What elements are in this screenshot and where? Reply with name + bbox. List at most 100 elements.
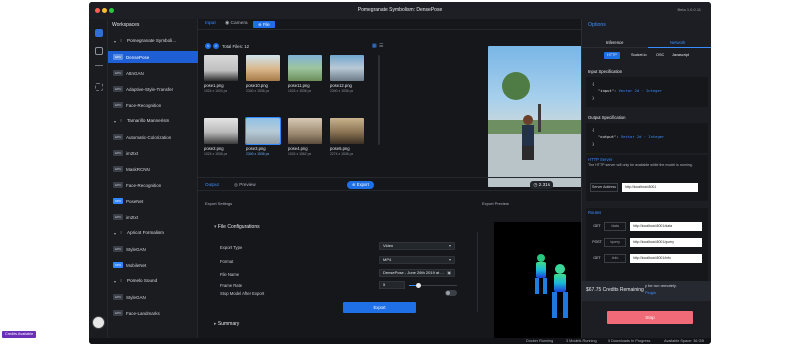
tab-network[interactable]: Network [670, 40, 685, 45]
drag-handle-icon: ≡ [120, 230, 123, 235]
tab-inference[interactable]: Inference [606, 40, 623, 45]
gpu-badge: GPU [113, 310, 123, 316]
model-item[interactable]: CPU PoseNet [108, 195, 198, 207]
file-thumbnail[interactable]: pose10.png 2340 x 1536 px [246, 55, 280, 93]
model-item[interactable]: GPU DensePose [108, 51, 198, 63]
options-tabs: Inference Network [582, 37, 711, 48]
dropdown-arrow-icon: ▾ [448, 257, 451, 262]
model-item[interactable]: GPU im2txt [108, 147, 198, 159]
gpu-badge: GPU [113, 86, 123, 92]
stop-after-export-label: Stop Model After Export [220, 291, 265, 296]
export-preview-heading: Export Preview [482, 201, 509, 206]
routes-section: Routes GET /data http://localhost:8001/d… [586, 208, 708, 290]
workspaces-sidebar: Workspaces ▾ ≡ Pomegranate Symboli... GP… [108, 19, 198, 338]
tab-preview[interactable]: ◎ Preview [234, 182, 256, 188]
tab-output[interactable]: Output [205, 182, 219, 187]
model-item[interactable]: GPU Automatic-Colorization [108, 131, 198, 143]
gpu-badge: GPU [113, 246, 123, 252]
model-item[interactable]: GPU Face-Recognition [108, 99, 198, 111]
options-heading: Options [588, 22, 606, 28]
file-config-header[interactable]: ▾ File Configurations [214, 224, 260, 230]
model-item[interactable]: GPU AttnGAN [108, 67, 198, 79]
file-thumbnail[interactable]: pose2.png 1024 x 1536 px [204, 118, 238, 156]
filename-input[interactable]: DensePose - June 26th 2019 at ... ▣ [379, 269, 455, 277]
workspace-header[interactable]: ▾ ≡ Apricot Formalism [108, 227, 198, 239]
summary-header[interactable]: ▸ Summary [214, 321, 239, 327]
http-server-section: HTTP Server The HTTP server will only be… [586, 155, 708, 201]
route-url[interactable]: http://localhost:8001/query [630, 238, 702, 247]
avatar[interactable] [92, 316, 105, 329]
workspace-header[interactable]: ▾ ≡ Pomegranate Symboli... [108, 35, 198, 47]
thumbnail-image [245, 117, 281, 145]
export-type-select[interactable]: Video ▾ [379, 242, 455, 250]
gpu-badge: GPU [113, 54, 123, 60]
format-osc[interactable]: OSC [653, 52, 667, 59]
inference-timer: ◷ 2.31s [530, 181, 553, 189]
thumbnail-image [246, 55, 280, 81]
model-item[interactable]: GPU MaskRCNN [108, 163, 198, 175]
output-spec-code: { "output": Vector 2d · Integer } [586, 123, 708, 153]
server-address-label: Server Address [590, 183, 618, 192]
credits-badge[interactable]: Credits Available [2, 331, 37, 338]
server-address-field[interactable]: http://localhost:8001 [622, 183, 698, 192]
drag-handle-icon: ≡ [120, 118, 123, 123]
file-thumbnail[interactable]: pose12.png 2340 x 1536 px [330, 55, 364, 93]
model-item[interactable]: GPU Face-Landmarks [108, 307, 198, 319]
thumbnail-image [204, 55, 238, 81]
model-item[interactable]: GPU StyleGAN [108, 291, 198, 303]
tab-export[interactable]: ⊕ Export [347, 181, 374, 189]
model-item[interactable]: GPU StyleGAN [108, 243, 198, 255]
model-item[interactable]: CPU MobileNet [108, 259, 198, 271]
route-url[interactable]: http://localhost:8001/data [630, 222, 702, 231]
thumbnail-image [330, 55, 364, 81]
tab-file[interactable]: ⊕ File [253, 21, 275, 28]
grid-view-icon[interactable]: ▦ [372, 43, 377, 49]
stop-button[interactable]: Stop [607, 311, 693, 324]
models-icon[interactable] [95, 47, 103, 55]
status-bar: Docker Running 3 Models Running 0 Downlo… [89, 338, 711, 344]
framerate-slider[interactable] [409, 283, 457, 288]
folder-icon[interactable]: ▣ [447, 270, 451, 276]
version-label: Beta 1.0.0.11 [677, 7, 702, 12]
format-select[interactable]: MP4 ▾ [379, 256, 455, 264]
workspace-header[interactable]: ▾ ≡ Tamarillo Mannerism [108, 115, 198, 127]
http-server-desc: The HTTP server will only be available w… [588, 163, 693, 167]
tab-input[interactable]: Input [205, 21, 216, 26]
format-label: Format [220, 259, 234, 264]
file-thumbnail[interactable]: pose1.png 1024 x 1024 px [204, 55, 238, 93]
stop-after-export-toggle[interactable] [445, 290, 457, 296]
route-url[interactable]: http://localhost:8001/info [630, 254, 702, 263]
gpu-badge: GPU [113, 214, 123, 220]
workspace-header[interactable]: ▾ ≡ Pomelo Sound [108, 275, 198, 287]
framerate-input[interactable]: 5 [379, 281, 405, 289]
link-icon[interactable] [95, 65, 103, 69]
slider-knob[interactable] [416, 283, 421, 288]
framerate-label: Frame Rate [220, 283, 243, 288]
space-status: Available Space: 36 GB [664, 339, 705, 343]
plugin-link[interactable]: Plugin [645, 290, 656, 295]
http-server-title: HTTP Server [588, 157, 613, 162]
window-title: Pomegranate Symbolism: DensePose [357, 7, 443, 13]
model-item[interactable]: GPU Adaptive-Style-Transfer [108, 83, 198, 95]
format-socketio[interactable]: Socket.io [628, 52, 650, 59]
file-thumbnail[interactable]: pose5.png 2274 x 1536 px [330, 118, 364, 156]
format-http[interactable]: HTTP [604, 52, 620, 59]
file-thumbnail[interactable]: pose11.png 1024 x 1536 px [288, 55, 322, 93]
input-spec-code: { "input": Vector 2d · Integer } [586, 77, 708, 107]
format-javascript[interactable]: Javascript [669, 52, 692, 59]
gpu-badge: GPU [113, 102, 123, 108]
model-item[interactable]: GPU Face-Recognition [108, 179, 198, 191]
file-thumbnail[interactable]: pose4.png 1024 x 1562 px [288, 118, 322, 156]
workspaces-icon[interactable] [95, 29, 103, 37]
credits-remaining-banner: $67.75 Credits Remaining y be run remote… [582, 281, 711, 301]
route-row: POST /query http://localhost:8001/query [590, 238, 702, 247]
list-view-icon[interactable]: ☰ [379, 43, 383, 49]
grid-scrollbar[interactable] [378, 55, 380, 145]
prev-page-button[interactable]: < [205, 43, 211, 49]
file-thumbnail[interactable]: pose3.png 2340 x 1536 px [245, 117, 281, 156]
export-button[interactable]: Export [343, 302, 416, 313]
network-icon[interactable] [95, 83, 103, 91]
tab-camera[interactable]: ◉ Camera [225, 21, 248, 26]
next-page-button[interactable]: > [213, 43, 219, 49]
model-item[interactable]: GPU im2txt [108, 211, 198, 223]
